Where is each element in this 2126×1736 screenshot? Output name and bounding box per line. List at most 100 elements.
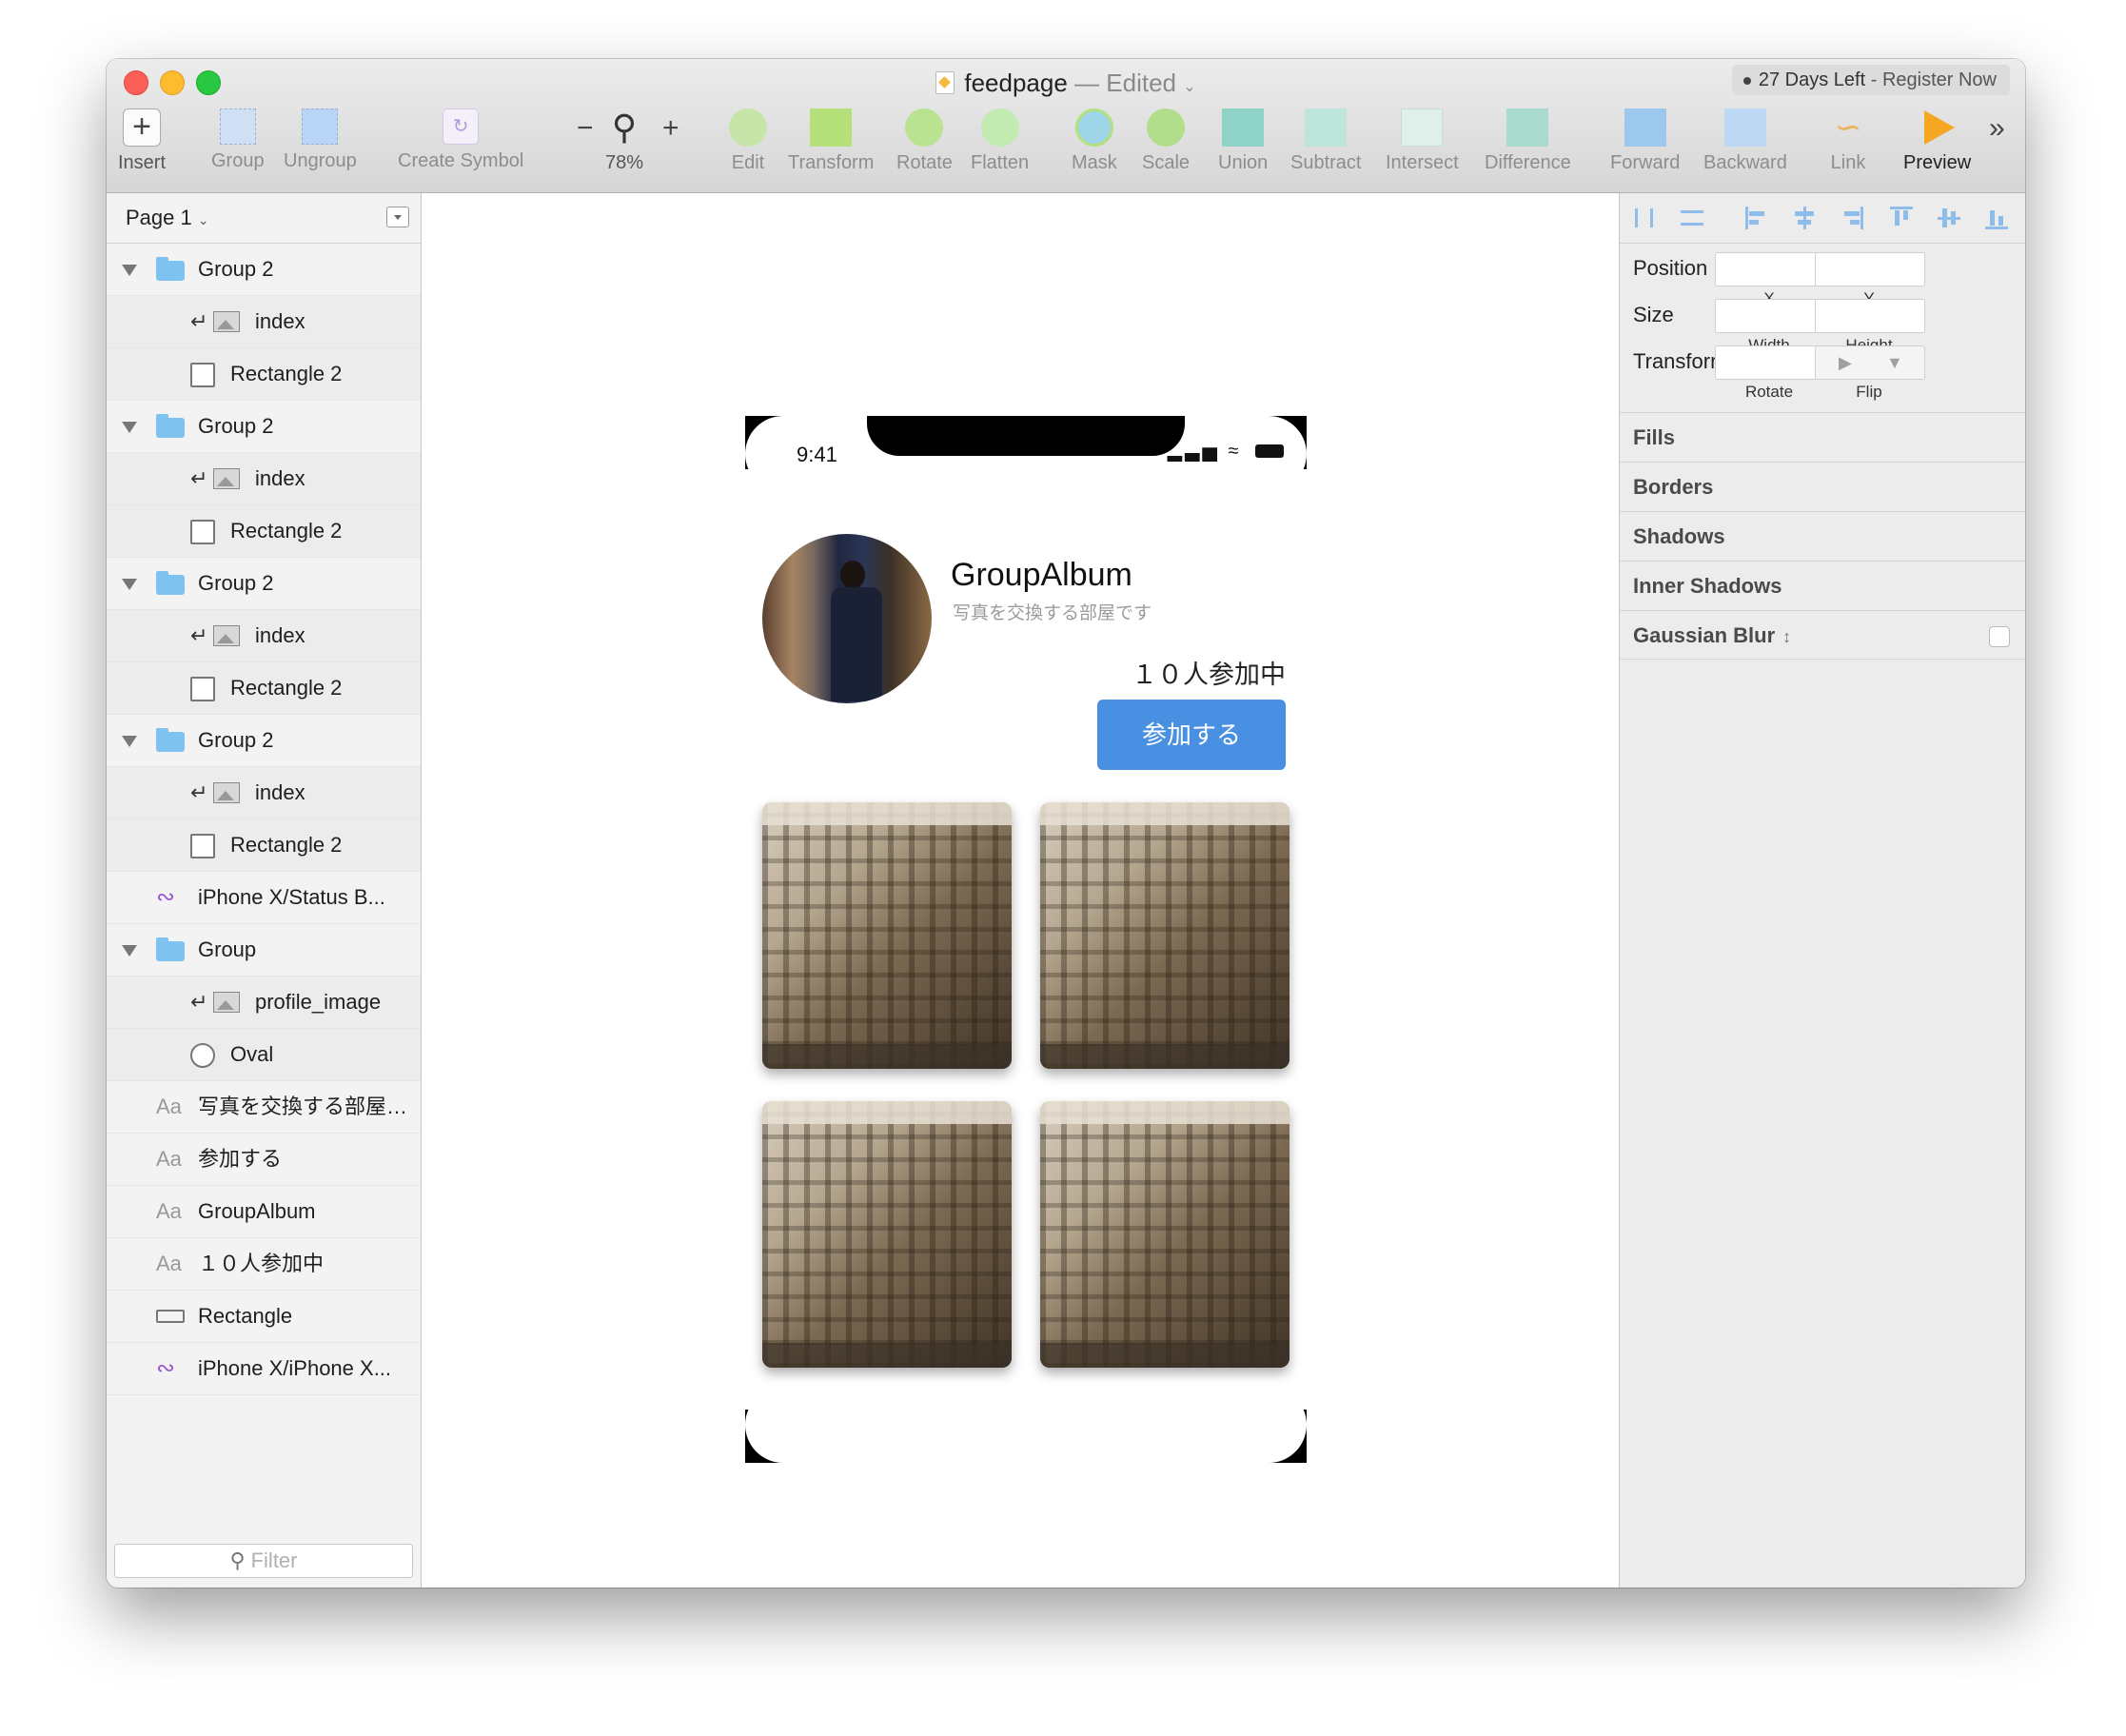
layer-row[interactable]: Rectangle 2	[107, 348, 421, 401]
layer-row[interactable]: ↵ index	[107, 610, 421, 662]
photo-thumbnail[interactable]	[762, 802, 1012, 1069]
flatten-icon	[980, 108, 1019, 147]
align-top-icon[interactable]	[1890, 207, 1913, 229]
layer-row[interactable]: Aa GroupAlbum	[107, 1186, 421, 1238]
insert-label: Insert	[118, 152, 167, 173]
toolbar: feedpage — Edited ⌄ 27 Days Left - Regis…	[107, 59, 2025, 193]
layer-row[interactable]: ↵ index	[107, 453, 421, 505]
iphone-artboard[interactable]: 9:41 ▂▃▅ ≈ GroupAlbum 写真を交換する部屋です １０人参加中…	[745, 416, 1307, 1463]
scale-button[interactable]: Scale	[1142, 108, 1190, 174]
rotate-button[interactable]: Rotate	[896, 108, 953, 174]
layer-row[interactable]: Aa １０人参加中	[107, 1238, 421, 1291]
oval-icon	[190, 1043, 215, 1068]
layer-row[interactable]: Group 2	[107, 244, 421, 296]
layer-row[interactable]: ∾ iPhone X/Status B...	[107, 872, 421, 924]
flatten-button[interactable]: Flatten	[971, 108, 1029, 174]
layer-row[interactable]: Rectangle 2	[107, 505, 421, 558]
layer-row[interactable]: Aa 参加する	[107, 1134, 421, 1186]
shadows-section[interactable]: Shadows	[1620, 511, 2025, 561]
layer-row[interactable]: Group 2	[107, 558, 421, 610]
difference-button[interactable]: Difference	[1485, 108, 1571, 174]
layer-filter-input[interactable]: ⚲ Filter	[114, 1544, 413, 1578]
disclosure-triangle-icon[interactable]	[122, 265, 137, 276]
zoom-out-button[interactable]: −	[577, 112, 594, 145]
align-right-icon[interactable]	[1841, 207, 1863, 229]
page-selector[interactable]: Page 1 ⌄	[107, 193, 421, 244]
fills-section[interactable]: Fills	[1620, 412, 2025, 462]
layer-row[interactable]: Group	[107, 924, 421, 976]
disclosure-triangle-icon[interactable]	[122, 945, 137, 957]
gaussian-blur-section[interactable]: Gaussian Blur ↕	[1620, 610, 2025, 660]
width-field[interactable]	[1715, 299, 1825, 333]
canvas[interactable]: 9:41 ▂▃▅ ≈ GroupAlbum 写真を交換する部屋です １０人参加中…	[422, 193, 1620, 1588]
layer-row[interactable]: Rectangle	[107, 1291, 421, 1343]
layer-row[interactable]: Oval	[107, 1029, 421, 1081]
edit-button[interactable]: Edit	[729, 108, 767, 174]
layer-name: iPhone X/Status B...	[198, 885, 385, 909]
borders-section[interactable]: Borders	[1620, 462, 2025, 511]
subtract-button[interactable]: Subtract	[1290, 108, 1361, 174]
layer-row[interactable]: ↵ index	[107, 767, 421, 819]
flip-control[interactable]: ▶ ▼	[1815, 345, 1925, 380]
layer-row[interactable]: ∾ iPhone X/iPhone X...	[107, 1343, 421, 1395]
layer-row[interactable]: Aa 写真を交換する部屋…	[107, 1081, 421, 1134]
link-label: Link	[1830, 152, 1866, 173]
mask-arrow-icon: ↵	[190, 990, 208, 1014]
position-x-field[interactable]	[1715, 252, 1825, 286]
backward-button[interactable]: Backward	[1703, 108, 1787, 174]
distribute-horizontal-icon[interactable]	[1633, 207, 1656, 229]
forward-button[interactable]: Forward	[1610, 108, 1680, 174]
mask-button[interactable]: Mask	[1072, 108, 1117, 174]
join-button[interactable]: 参加する	[1097, 700, 1286, 770]
rotate-field[interactable]	[1715, 345, 1825, 380]
trial-badge[interactable]: 27 Days Left - Register Now	[1731, 65, 2010, 95]
preview-button[interactable]: Preview	[1903, 108, 1971, 174]
layer-row[interactable]: Rectangle 2	[107, 662, 421, 715]
folder-icon	[156, 571, 185, 595]
union-button[interactable]: Union	[1218, 108, 1268, 174]
inner-shadows-section[interactable]: Inner Shadows	[1620, 561, 2025, 610]
photo-thumbnail[interactable]	[762, 1101, 1012, 1368]
profile-image[interactable]	[762, 534, 932, 703]
align-bottom-icon[interactable]	[1985, 207, 2008, 229]
insert-button[interactable]: + Insert	[118, 108, 166, 174]
page-list-toggle-icon[interactable]	[386, 207, 409, 227]
transform-button[interactable]: Transform	[788, 108, 874, 174]
image-icon	[213, 625, 240, 646]
folder-icon	[156, 414, 185, 438]
register-link[interactable]: Register Now	[1882, 69, 1997, 90]
layer-row[interactable]: ↵ profile_image	[107, 976, 421, 1029]
disclosure-triangle-icon[interactable]	[122, 422, 137, 433]
height-field[interactable]	[1815, 299, 1925, 333]
group-button[interactable]: Group	[211, 108, 265, 172]
zoom-in-button[interactable]: +	[662, 112, 679, 145]
link-button[interactable]: ∽ Link	[1827, 108, 1869, 174]
layer-row[interactable]: Rectangle 2	[107, 819, 421, 872]
group-icon	[219, 108, 256, 145]
symbol-instance-icon: ∾	[156, 884, 176, 910]
photo-thumbnail[interactable]	[1040, 1101, 1289, 1368]
create-symbol-button[interactable]: ↻ Create Symbol	[398, 108, 523, 172]
layer-row[interactable]: Group 2	[107, 715, 421, 767]
distribute-vertical-icon[interactable]	[1681, 207, 1703, 229]
mask-icon	[1074, 108, 1113, 147]
photo-thumbnail[interactable]	[1040, 802, 1289, 1069]
align-center-icon[interactable]	[1793, 207, 1816, 229]
flip-vertical-icon[interactable]: ▼	[1886, 353, 1903, 373]
intersect-button[interactable]: Intersect	[1386, 108, 1459, 174]
updown-chevron-icon[interactable]: ↕	[1782, 627, 1791, 646]
gaussian-blur-checkbox[interactable]	[1989, 626, 2010, 647]
toolbar-overflow-icon[interactable]: »	[1989, 112, 2005, 145]
rotate-label: Rotate	[1744, 383, 1794, 401]
difference-icon	[1506, 108, 1549, 147]
layer-row[interactable]: Group 2	[107, 401, 421, 453]
flip-horizontal-icon[interactable]: ▶	[1839, 353, 1852, 373]
align-middle-icon[interactable]	[1938, 207, 1960, 229]
disclosure-triangle-icon[interactable]	[122, 736, 137, 747]
disclosure-triangle-icon[interactable]	[122, 579, 137, 590]
ungroup-button[interactable]: Ungroup	[284, 108, 357, 172]
align-left-icon[interactable]	[1745, 207, 1768, 229]
zoom-control[interactable]: ⚲ 78%	[603, 108, 645, 174]
position-y-field[interactable]	[1815, 252, 1925, 286]
layer-row[interactable]: ↵ index	[107, 296, 421, 348]
